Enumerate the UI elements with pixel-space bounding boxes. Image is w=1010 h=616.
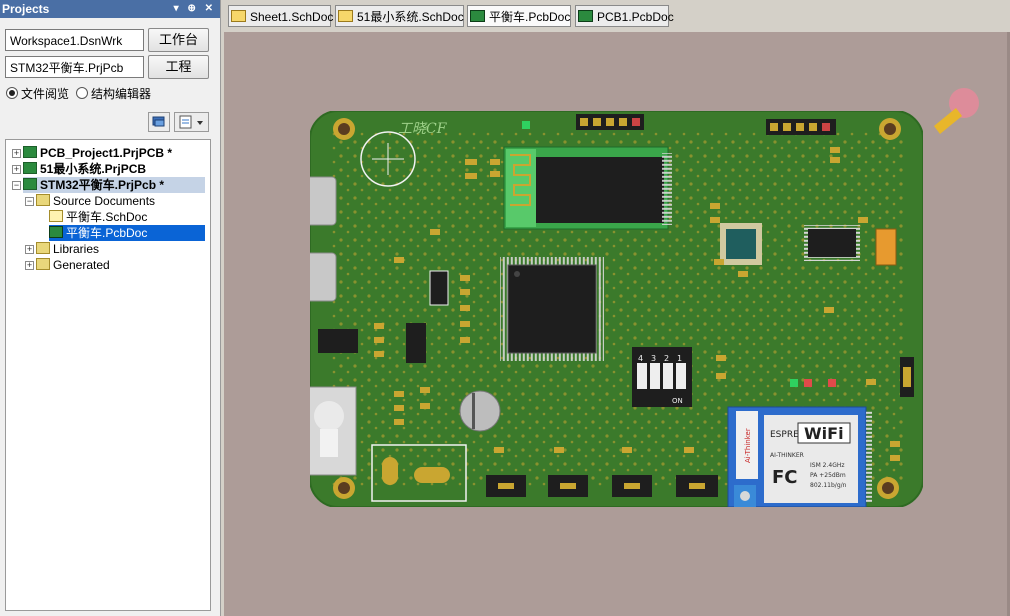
tree-item-51-project[interactable]: 51最小系统.PrjPCB xyxy=(23,161,146,177)
wifi-logo: WiFi xyxy=(804,424,844,443)
layers-button[interactable] xyxy=(148,112,170,132)
silk-logo: 工晓CF xyxy=(398,121,448,137)
esp8266-module: Ai-Thinker ESPRESSIF WiFi AI-THINKER FC … xyxy=(727,406,872,507)
bluetooth-module xyxy=(503,146,672,230)
project-field[interactable]: STM32平衡车.PrjPcb xyxy=(5,56,144,78)
crystal xyxy=(406,323,426,363)
origin-marker xyxy=(934,88,979,134)
regulator xyxy=(318,329,358,353)
tree-item-stm32-project[interactable]: STM32平衡车.PrjPcb * xyxy=(23,177,205,193)
radio-file-view-label: 文件阅览 xyxy=(21,87,70,101)
dip-switch: 4 3 2 1 ON xyxy=(632,347,692,407)
tab-label: PCB1.PcbDoc xyxy=(597,10,674,24)
tree-item-label: Source Documents xyxy=(53,194,156,208)
tab-sheet1-schdoc[interactable]: Sheet1.SchDoc xyxy=(228,5,334,27)
pcb-3d-view[interactable]: 工晓CF 4 3 2 1 ON Ai-Thinker ESPRESSIF WiF… xyxy=(310,111,923,507)
radio-structure-editor[interactable]: 结构编辑器 xyxy=(76,86,151,102)
workspace-field[interactable]: Workspace1.DsnWrk xyxy=(5,29,144,51)
pcb-project-icon xyxy=(23,162,37,174)
document-edit-icon xyxy=(179,115,203,129)
pcb-project-icon xyxy=(23,146,37,158)
svg-text:4: 4 xyxy=(638,354,643,363)
svg-text:ISM 2.4GHz: ISM 2.4GHz xyxy=(810,462,845,469)
svg-text:Ai-Thinker: Ai-Thinker xyxy=(744,428,752,463)
expand-icon[interactable]: + xyxy=(12,149,21,158)
document-menu-button[interactable] xyxy=(174,112,209,132)
tree-item-generated[interactable]: Generated xyxy=(36,257,110,273)
expand-icon[interactable]: + xyxy=(25,245,34,254)
tab-pcb1-pcbdoc[interactable]: PCB1.PcbDoc xyxy=(575,5,674,27)
tree-item-libraries[interactable]: Libraries xyxy=(36,241,99,257)
radio-selected-icon xyxy=(6,87,18,99)
workspace-button[interactable]: 工作台 xyxy=(148,28,209,52)
power-switch xyxy=(310,386,357,476)
tree-item-pcb-project1[interactable]: PCB_Project1.PrjPCB * xyxy=(23,145,172,161)
tab-label: 平衡车.PcbDoc xyxy=(489,10,571,24)
fuse-component xyxy=(875,228,897,266)
tree-item-label: 平衡车.PcbDoc xyxy=(66,226,148,240)
expand-icon[interactable]: + xyxy=(12,165,21,174)
tab-pingheng-pcbdoc[interactable]: 平衡车.PcbDoc xyxy=(467,5,571,27)
tab-label: Sheet1.SchDoc xyxy=(250,10,334,24)
pcb-doc-icon xyxy=(49,226,63,238)
tree-item-label: Libraries xyxy=(53,242,100,256)
pcb-doc-icon xyxy=(578,10,593,22)
layers-icon xyxy=(152,116,165,127)
imu-chip xyxy=(720,223,762,265)
pcb-doc-icon xyxy=(470,10,485,22)
mcu-chip xyxy=(500,257,604,361)
folder-icon xyxy=(36,194,50,206)
svg-text:3: 3 xyxy=(651,354,656,363)
tree-item-pcbdoc[interactable]: 平衡车.PcbDoc xyxy=(49,225,205,241)
projects-panel: Projects ▾ ⊕ ✕ Workspace1.DsnWrk 工作台 STM… xyxy=(0,0,221,616)
tree-item-source-documents[interactable]: Source Documents xyxy=(36,193,155,209)
dip-on-label: ON xyxy=(672,397,683,405)
radio-unselected-icon xyxy=(76,87,88,99)
radio-structure-editor-label: 结构编辑器 xyxy=(91,87,152,101)
chevron-down-icon xyxy=(197,121,203,125)
svg-text:802.11b/g/n: 802.11b/g/n xyxy=(810,482,847,489)
panel-title-bar: Projects ▾ ⊕ ✕ xyxy=(0,0,220,18)
schematic-doc-icon xyxy=(338,10,353,22)
fcc-logo: FC xyxy=(772,467,798,488)
folder-icon xyxy=(36,242,50,254)
schematic-doc-icon xyxy=(49,210,63,222)
project-button[interactable]: 工程 xyxy=(148,55,209,79)
project-tree: + PCB_Project1.PrjPCB * + 51最小系统.PrjPCB … xyxy=(5,139,211,611)
folder-icon xyxy=(36,258,50,270)
tree-item-label: STM32平衡车.PrjPcb * xyxy=(40,178,165,192)
svg-text:AI-THINKER: AI-THINKER xyxy=(770,452,804,459)
capacitor xyxy=(459,390,501,432)
svg-text:1: 1 xyxy=(677,354,682,363)
tree-item-schdoc[interactable]: 平衡车.SchDoc xyxy=(49,209,147,225)
panel-title: Projects xyxy=(2,2,50,16)
pcb-project-icon xyxy=(23,178,37,190)
expand-icon[interactable]: + xyxy=(25,261,34,270)
collapse-icon[interactable]: − xyxy=(25,197,34,206)
inductor xyxy=(429,270,449,306)
tree-item-label: 51最小系统.PrjPCB xyxy=(40,162,147,176)
tree-item-label: 平衡车.SchDoc xyxy=(66,210,148,224)
svg-text:2: 2 xyxy=(664,354,669,363)
tab-label: 51最小系统.SchDoc xyxy=(357,10,464,24)
tab-51-schdoc[interactable]: 51最小系统.SchDoc xyxy=(335,5,464,27)
collapse-icon[interactable]: − xyxy=(12,181,21,190)
tree-item-label: Generated xyxy=(53,258,110,272)
radio-file-view[interactable]: 文件阅览 xyxy=(6,86,69,102)
svg-text:PA +25dBm: PA +25dBm xyxy=(810,472,846,479)
panel-controls[interactable]: ▾ ⊕ ✕ xyxy=(174,0,216,18)
schematic-doc-icon xyxy=(231,10,246,22)
tree-item-label: PCB_Project1.PrjPCB * xyxy=(40,146,173,160)
driver-chip xyxy=(804,225,860,261)
